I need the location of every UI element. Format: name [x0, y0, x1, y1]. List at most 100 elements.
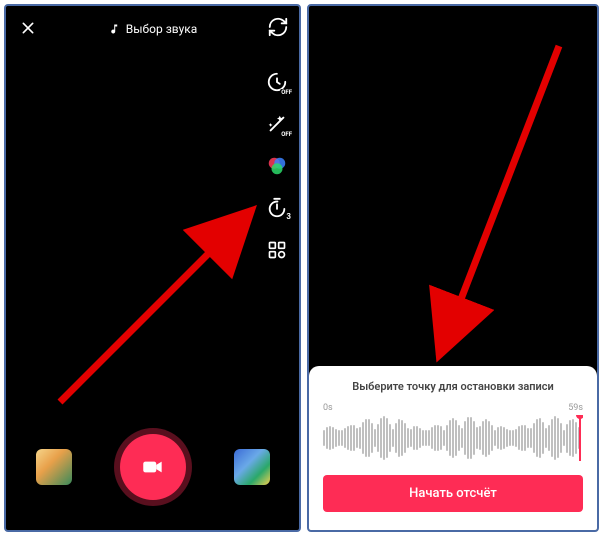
- waveform-bar: [377, 424, 379, 452]
- speed-badge: OFF: [280, 89, 293, 96]
- waveform-bar: [389, 424, 391, 452]
- beauty-button[interactable]: OFF: [265, 112, 289, 136]
- waveform-bar: [362, 422, 364, 454]
- waveform-bar: [431, 427, 433, 448]
- waveform-bar: [491, 425, 493, 451]
- waveform-bar: [392, 429, 394, 447]
- music-note-icon: [108, 23, 120, 35]
- waveform-bar: [542, 422, 544, 454]
- waveform-bar: [557, 418, 559, 458]
- annotation-arrow-right: [409, 36, 589, 376]
- waveform-bar: [524, 425, 526, 451]
- waveform-bar: [425, 430, 427, 446]
- beauty-badge: OFF: [280, 131, 293, 138]
- waveform-bar: [428, 430, 430, 447]
- waveform-bar: [395, 423, 397, 453]
- time-labels: 0s 59s: [323, 403, 583, 413]
- camera-sidebar: OFF OFF 3: [265, 70, 289, 262]
- waveform-bar: [569, 420, 571, 457]
- waveform-bar: [515, 429, 517, 448]
- filters-button[interactable]: [265, 154, 289, 178]
- countdown-sheet: Выберите точку для остановки записи 0s 5…: [309, 366, 597, 530]
- waveform-bar: [455, 420, 457, 456]
- timer-button[interactable]: 3: [265, 196, 289, 220]
- waveform-bar: [347, 426, 349, 450]
- waveform-bar: [422, 430, 424, 447]
- waveform-bar: [359, 427, 361, 448]
- time-start-label: 0s: [323, 403, 333, 413]
- waveform-bar: [482, 421, 484, 455]
- waveform-bar: [485, 419, 487, 457]
- waveform-bar: [434, 425, 436, 450]
- speed-button[interactable]: OFF: [265, 70, 289, 94]
- waveform-bar: [554, 416, 556, 460]
- filters-icon: [266, 155, 288, 177]
- stop-marker[interactable]: [579, 415, 581, 461]
- waveform-bar: [548, 425, 550, 452]
- waveform-bar: [404, 423, 406, 453]
- waveform-bar: [494, 430, 496, 446]
- waveform-bar: [419, 428, 421, 449]
- upload-button[interactable]: [234, 449, 270, 485]
- waveform-bar: [407, 428, 409, 449]
- waveform-bar: [536, 419, 538, 457]
- grid-icon: [267, 240, 287, 260]
- video-camera-icon: [140, 454, 166, 480]
- waveform-bar: [437, 425, 439, 452]
- start-countdown-button[interactable]: Начать отсчёт: [323, 475, 583, 512]
- waveform-bar: [329, 426, 331, 450]
- effects-button[interactable]: [36, 449, 72, 485]
- timer-sheet-screen: Выберите точку для остановки записи 0s 5…: [307, 4, 599, 532]
- waveform-bar: [401, 420, 403, 457]
- camera-screen: Выбор звука OFF OFF 3: [4, 4, 301, 532]
- timer-icon: [266, 197, 288, 219]
- waveform-bar: [566, 424, 568, 453]
- waveform-bar: [527, 428, 529, 448]
- waveform-bar: [371, 423, 373, 454]
- waveform-bar: [488, 421, 490, 455]
- waveform-bar: [530, 428, 532, 448]
- waveform-bar: [446, 425, 448, 451]
- flip-icon: [267, 16, 289, 38]
- close-icon: [20, 20, 36, 36]
- waveform-bar: [326, 427, 328, 449]
- waveform-bar: [575, 422, 577, 453]
- waveform-bar: [410, 429, 412, 448]
- annotation-arrow-left: [50, 192, 270, 412]
- waveform-bar: [365, 419, 367, 458]
- waveform-bar: [503, 427, 505, 450]
- waveform-bar: [374, 429, 376, 446]
- close-button[interactable]: [16, 17, 40, 41]
- waveform-bar: [506, 429, 508, 448]
- waveform-bar: [458, 425, 460, 450]
- waveform-bar: [380, 418, 382, 458]
- waveform-bar: [323, 430, 325, 445]
- waveform-bar: [440, 426, 442, 449]
- waveform-bar: [473, 421, 475, 456]
- waveform-bar: [563, 430, 565, 446]
- waveform-bar: [539, 418, 541, 457]
- more-tools-button[interactable]: [265, 238, 289, 262]
- waveform-bar: [500, 426, 502, 450]
- waveform-bar: [443, 430, 445, 446]
- waveform-bar: [416, 426, 418, 450]
- waveform-bar: [356, 428, 358, 447]
- record-button[interactable]: [120, 434, 186, 500]
- flip-camera-button[interactable]: [267, 16, 289, 42]
- waveform-bar: [341, 430, 343, 446]
- waveform-bar: [509, 430, 511, 446]
- sound-label: Выбор звука: [126, 22, 198, 36]
- sheet-title: Выберите точку для остановки записи: [323, 380, 583, 393]
- top-bar: Выбор звука: [6, 6, 299, 52]
- waveform-bar: [461, 428, 463, 448]
- waveform-bar: [560, 423, 562, 452]
- waveform-bar: [368, 419, 370, 458]
- timer-badge: 3: [286, 212, 291, 221]
- waveform-bar: [449, 420, 451, 456]
- waveform-slider[interactable]: [323, 415, 583, 461]
- waveform-bar: [533, 423, 535, 454]
- waveform-bar: [479, 426, 481, 450]
- waveform-bar: [518, 426, 520, 449]
- waveform-bar: [497, 427, 499, 448]
- sound-selector[interactable]: Выбор звука: [108, 22, 198, 36]
